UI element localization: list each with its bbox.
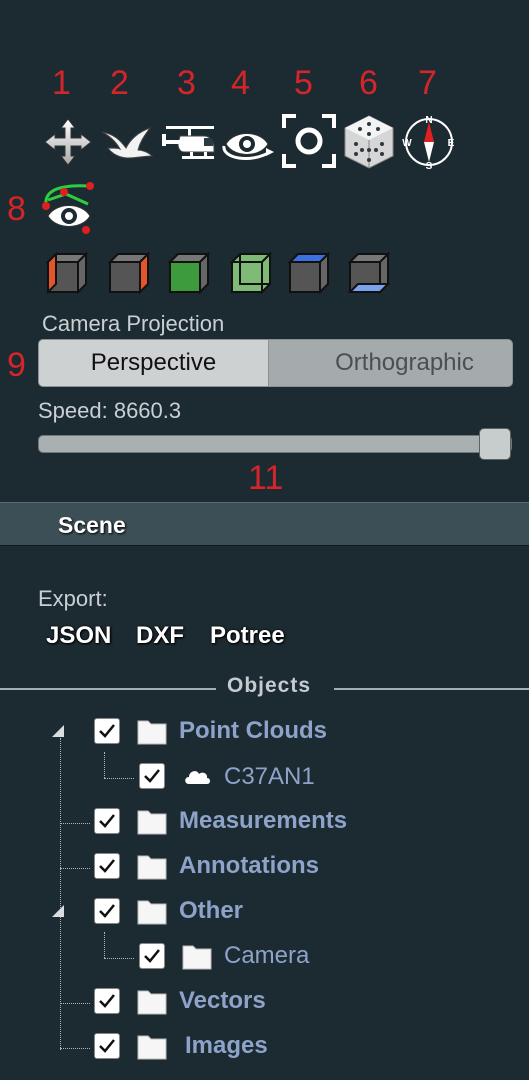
speed-slider-track[interactable]: [38, 435, 512, 453]
export-label: Export:: [38, 586, 108, 611]
compass-icon[interactable]: N S E W: [402, 114, 456, 172]
navigation-cube-icon[interactable]: [38, 178, 98, 238]
images-checkbox[interactable]: [94, 1033, 120, 1059]
compass-n-label: N: [425, 115, 432, 126]
point-clouds-checkbox[interactable]: [94, 718, 120, 744]
scene-title: Scene: [58, 512, 126, 538]
objects-label: Objects: [227, 674, 312, 697]
annotation-9: 9: [7, 346, 26, 384]
objects-divider-left: [0, 688, 216, 690]
tree-item-images[interactable]: Images: [185, 1032, 268, 1060]
vectors-checkbox[interactable]: [94, 988, 120, 1014]
speed-slider-handle[interactable]: [479, 428, 511, 460]
camera-projection-label: Camera Projection: [42, 311, 225, 336]
compass-e-label: E: [448, 138, 455, 149]
tree-connector: [60, 1048, 90, 1049]
other-checkbox[interactable]: [94, 898, 120, 924]
tree-connector: [104, 752, 105, 778]
expand-triangle-icon[interactable]: [50, 904, 66, 923]
camera-checkbox[interactable]: [139, 943, 165, 969]
front-view-icon[interactable]: [166, 250, 212, 296]
tree-item-measurements[interactable]: Measurements: [179, 807, 347, 835]
left-view-icon[interactable]: [44, 250, 90, 296]
compass-s-label: S: [426, 161, 433, 170]
annotation-7: 7: [418, 64, 437, 102]
scene-header[interactable]: Scene: [0, 502, 529, 546]
export-potree-link[interactable]: Potree: [210, 622, 285, 650]
tree-connector: [104, 778, 134, 779]
tree-connector: [104, 932, 105, 958]
earth-controls-icon[interactable]: [42, 116, 94, 168]
export-json-link[interactable]: JSON: [46, 622, 111, 650]
annotation-6: 6: [359, 64, 378, 102]
c37an1-checkbox[interactable]: [139, 763, 165, 789]
annotations-checkbox[interactable]: [94, 853, 120, 879]
tree-connector: [104, 958, 134, 959]
folder-icon: [182, 942, 212, 970]
measurements-checkbox[interactable]: [94, 808, 120, 834]
folder-icon: [137, 1032, 167, 1060]
annotation-2: 2: [110, 64, 129, 102]
annotation-1: 1: [52, 64, 71, 102]
folder-icon: [137, 852, 167, 880]
annotation-11: 11: [248, 459, 284, 497]
perspective-button[interactable]: Perspective: [38, 339, 269, 387]
tree-item-c37an1[interactable]: C37AN1: [224, 763, 315, 791]
bottom-view-icon[interactable]: [346, 250, 392, 296]
annotation-3: 3: [177, 64, 196, 102]
annotation-5: 5: [294, 64, 313, 102]
tree-connector: [60, 868, 90, 869]
folder-icon: [137, 807, 167, 835]
tree-connector: [60, 823, 90, 824]
full-extent-icon[interactable]: [342, 114, 394, 169]
tree-item-vectors[interactable]: Vectors: [179, 987, 266, 1015]
orthographic-button[interactable]: Orthographic: [268, 339, 513, 387]
annotation-4: 4: [231, 64, 250, 102]
expand-triangle-icon[interactable]: [50, 724, 66, 743]
tree-item-annotations[interactable]: Annotations: [179, 852, 319, 880]
tree-item-camera[interactable]: Camera: [224, 942, 309, 970]
tree-item-other[interactable]: Other: [179, 897, 243, 925]
cloud-icon: [183, 766, 211, 791]
top-view-icon[interactable]: [286, 250, 332, 296]
right-view-icon[interactable]: [106, 250, 152, 296]
objects-divider-right: [334, 688, 529, 690]
annotation-8: 8: [7, 190, 26, 228]
folder-icon: [137, 897, 167, 925]
back-view-icon[interactable]: [228, 250, 274, 296]
helicopter-controls-icon[interactable]: [160, 118, 218, 170]
speed-label: Speed: 8660.3: [38, 398, 182, 423]
orbit-controls-icon[interactable]: [220, 118, 274, 170]
fly-controls-icon[interactable]: [100, 118, 154, 170]
tree-connector: [60, 1003, 90, 1004]
focus-icon[interactable]: [282, 114, 336, 168]
compass-w-label: W: [402, 138, 412, 149]
folder-icon: [137, 987, 167, 1015]
folder-icon: [137, 717, 167, 745]
export-dxf-link[interactable]: DXF: [136, 622, 184, 650]
tree-item-point-clouds[interactable]: Point Clouds: [179, 717, 327, 745]
